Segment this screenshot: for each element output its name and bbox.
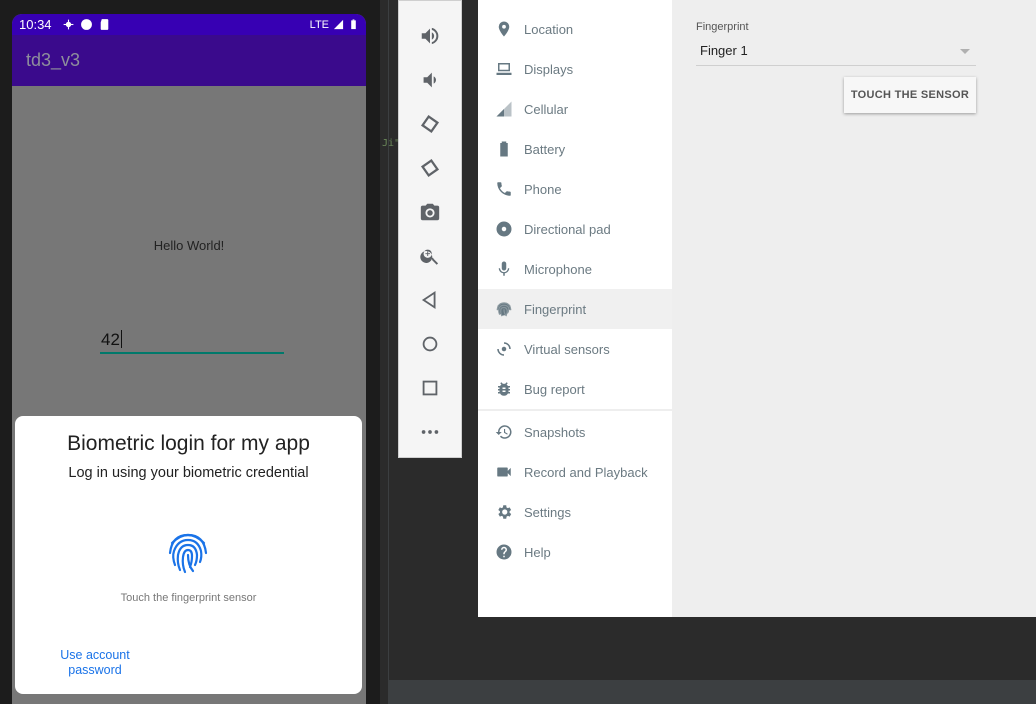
nav-item-microphone[interactable]: Microphone — [478, 249, 672, 289]
nav-item-battery[interactable]: Battery — [478, 129, 672, 169]
touch-sensor-button[interactable]: TOUCH THE SENSOR — [844, 77, 976, 113]
nav-item-fingerprint[interactable]: Fingerprint — [478, 289, 672, 329]
nav-item-bug-report[interactable]: Bug report — [478, 369, 672, 409]
zoom-icon[interactable] — [418, 244, 442, 268]
sensors-icon — [497, 342, 511, 356]
fingerprint-pane: Fingerprint Finger 1 TOUCH THE SENSOR — [696, 0, 976, 200]
use-account-password-button[interactable]: Use account password — [51, 648, 139, 678]
nav-item-record-and-playback[interactable]: Record and Playback — [478, 452, 672, 492]
fingerprint-icon — [496, 302, 512, 317]
signal-icon — [496, 101, 512, 117]
nav-label: Location — [524, 21, 574, 37]
nav-item-help[interactable]: Help — [478, 532, 672, 572]
nav-item-settings[interactable]: Settings — [478, 492, 672, 532]
camera-icon[interactable] — [418, 200, 442, 224]
nav-item-virtual-sensors[interactable]: Virtual sensors — [478, 329, 672, 369]
nav-label: Battery — [524, 141, 566, 157]
fingerprint-label: Fingerprint — [696, 21, 749, 33]
bug-icon — [498, 382, 510, 396]
finger-select-value: Finger 1 — [700, 43, 748, 58]
nav-label: Microphone — [524, 261, 592, 277]
sd-card-icon — [100, 19, 108, 30]
overview-icon[interactable] — [418, 376, 442, 400]
finger-select[interactable]: Finger 1 — [696, 38, 976, 66]
nav-divider — [478, 409, 672, 411]
ide-gutter-line — [388, 0, 389, 704]
extended-controls-panel: Location Displays Cellular Battery Phone… — [478, 0, 1036, 617]
location-pin-icon — [498, 21, 510, 37]
fingerprint-hint: Touch the fingerprint sensor — [120, 592, 257, 604]
more-icon[interactable] — [418, 420, 442, 444]
volume-up-icon[interactable] — [418, 24, 442, 48]
nav-label: Help — [524, 544, 551, 560]
nav-item-location[interactable]: Location — [478, 9, 672, 49]
biometric-title: Biometric login for my app — [67, 432, 310, 455]
text-caret — [120, 330, 122, 348]
battery-icon — [500, 141, 508, 157]
volume-down-icon[interactable] — [418, 68, 442, 92]
dropdown-arrow-icon — [960, 49, 970, 54]
fingerprint-icon[interactable] — [166, 529, 210, 575]
phone-screen: 10:34 LTE td3_v3 Hello World! 42 Biometr… — [12, 14, 366, 704]
nav-label: Settings — [524, 504, 571, 520]
nav-label: Displays — [524, 61, 574, 77]
nav-item-snapshots[interactable]: Snapshots — [478, 412, 672, 452]
app-notification-icon — [80, 19, 92, 30]
status-time: 10:34 — [19, 17, 52, 32]
hello-text: Hello World! — [153, 238, 225, 253]
rotate-left-icon[interactable] — [418, 112, 442, 136]
status-bar: 10:34 LTE — [12, 14, 366, 35]
nav-item-displays[interactable]: Displays — [478, 49, 672, 89]
nav-item-phone[interactable]: Phone — [478, 169, 672, 209]
nav-label: Bug report — [524, 381, 585, 397]
number-input-value: 42 — [101, 330, 120, 349]
ide-status-strip — [388, 680, 1036, 704]
nav-label: Phone — [524, 181, 562, 197]
nav-item-directional-pad[interactable]: Directional pad — [478, 209, 672, 249]
extended-controls-nav: Location Displays Cellular Battery Phone… — [478, 0, 672, 617]
app-bar: td3_v3 — [12, 35, 366, 86]
nav-label: Record and Playback — [524, 464, 648, 480]
nav-label: Fingerprint — [524, 301, 587, 317]
biometric-subtitle: Log in using your biometric credential — [68, 465, 309, 481]
emulator-phone: 10:34 LTE td3_v3 Hello World! 42 Biometr… — [0, 0, 380, 704]
dpad-icon — [496, 221, 512, 237]
nav-item-cellular[interactable]: Cellular — [478, 89, 672, 129]
nav-label: Cellular — [524, 101, 569, 117]
network-type: LTE — [309, 18, 329, 31]
back-icon[interactable] — [418, 288, 442, 312]
emulator-toolbar — [398, 0, 462, 458]
video-camera-icon — [497, 467, 511, 477]
rotate-right-icon[interactable] — [418, 156, 442, 180]
laptop-icon — [496, 63, 512, 75]
gear-icon — [498, 505, 512, 519]
settings-status-icon — [63, 19, 73, 30]
nav-label: Snapshots — [524, 424, 586, 440]
phone-icon — [497, 182, 511, 196]
app-title: td3_v3 — [26, 50, 81, 70]
nav-label: Virtual sensors — [524, 341, 610, 357]
home-icon[interactable] — [418, 332, 442, 356]
nav-label: Directional pad — [524, 221, 611, 237]
help-icon — [496, 544, 512, 560]
microphone-icon — [498, 261, 510, 276]
signal-strength-icon — [333, 19, 344, 30]
history-icon — [495, 425, 512, 439]
number-input[interactable]: 42 — [100, 330, 284, 354]
battery-status-icon — [351, 19, 356, 30]
biometric-prompt: Biometric login for my app Log in using … — [15, 416, 362, 694]
